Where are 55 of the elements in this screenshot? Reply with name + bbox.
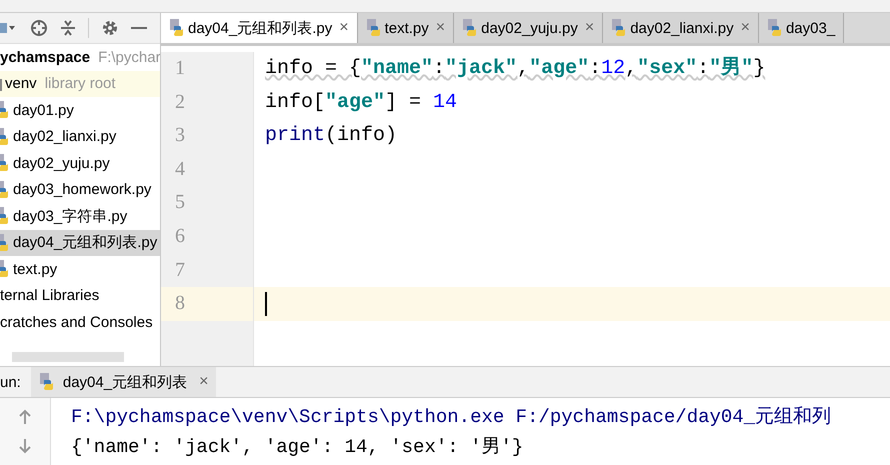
code-line: info = {"name":"jack","age":12,"sex":"男"}: [265, 56, 766, 82]
editor-tab[interactable]: day02_yuju.py ×: [454, 13, 604, 43]
project-path: F:\pychar: [98, 48, 160, 66]
down-arrow-icon[interactable]: [18, 438, 32, 454]
file-name[interactable]: day01.py: [13, 102, 74, 119]
editor-tab[interactable]: day04_元组和列表.py ×: [161, 13, 358, 43]
tree-item-selected[interactable]: day04_元组和列表.py: [0, 230, 160, 256]
tree-item[interactable]: ternal Libraries: [0, 287, 100, 304]
code-line: print(info): [265, 123, 398, 150]
python-file-icon: [766, 19, 783, 37]
collapse-icon[interactable]: [60, 19, 76, 37]
line-number: 7: [174, 258, 186, 283]
target-icon[interactable]: [30, 19, 48, 37]
file-name[interactable]: text.py: [13, 260, 58, 278]
python-file-icon: [169, 19, 185, 37]
run-label: un:: [0, 374, 22, 390]
file-name[interactable]: day02_yuju.py: [13, 154, 110, 172]
line-number: 3: [174, 123, 186, 148]
run-tab[interactable]: day04_元组和列表 ×: [30, 367, 216, 397]
file-name[interactable]: day03_字符串.py: [13, 206, 128, 226]
close-icon[interactable]: ×: [199, 373, 208, 391]
python-file-icon: [366, 19, 382, 37]
code-line: info["age"] = 14: [265, 90, 458, 116]
editor-tab[interactable]: day02_lianxi.py ×: [603, 13, 759, 43]
python-file-icon: [462, 19, 478, 37]
python-file-icon: [611, 19, 628, 37]
code-editor[interactable]: 1 2 3 4 5 6 7 8 info = {"name":"jack","age":12,"sex":"男"} info["age"] = 14 print(info): [161, 46, 890, 366]
close-icon[interactable]: ×: [740, 19, 750, 37]
up-arrow-icon[interactable]: [18, 408, 32, 425]
line-number: 8: [161, 287, 253, 321]
editor-tab[interactable]: text.py ×: [358, 13, 454, 43]
python-icon: [38, 373, 55, 391]
line-number: 2: [174, 90, 186, 115]
library-root-hint: library root: [44, 75, 116, 92]
file-name: day04_元组和列表.py: [13, 233, 158, 252]
editor-tab[interactable]: day03_: [758, 13, 844, 43]
project-name: ychamspace: [0, 48, 90, 66]
file-name[interactable]: day02_lianxi.py: [13, 128, 116, 146]
close-icon[interactable]: ×: [436, 19, 446, 37]
tree-item[interactable]: cratches and Consoles: [0, 314, 153, 331]
line-number: 6: [174, 224, 186, 249]
close-icon[interactable]: ×: [339, 19, 349, 37]
close-icon[interactable]: ×: [584, 19, 594, 37]
text-cursor: [265, 292, 267, 316]
file-name[interactable]: venv: [5, 75, 37, 92]
line-number: 4: [174, 156, 186, 182]
scrollbar-thumb[interactable]: [12, 352, 124, 362]
line-number: 5: [174, 190, 186, 216]
line-number: 1: [174, 56, 186, 81]
minimize-icon[interactable]: [131, 26, 147, 30]
command-line: F:\pychamspace\venv\Scripts\python.exe F:/pychamspace/day04_元组和列: [71, 405, 832, 430]
settings-icon[interactable]: [101, 19, 119, 37]
dropdown-icon[interactable]: [0, 20, 18, 36]
file-name[interactable]: day03_homework.py: [13, 181, 152, 198]
output-line: {'name': 'jack', 'age': 14, 'sex': '男'}: [71, 435, 524, 460]
